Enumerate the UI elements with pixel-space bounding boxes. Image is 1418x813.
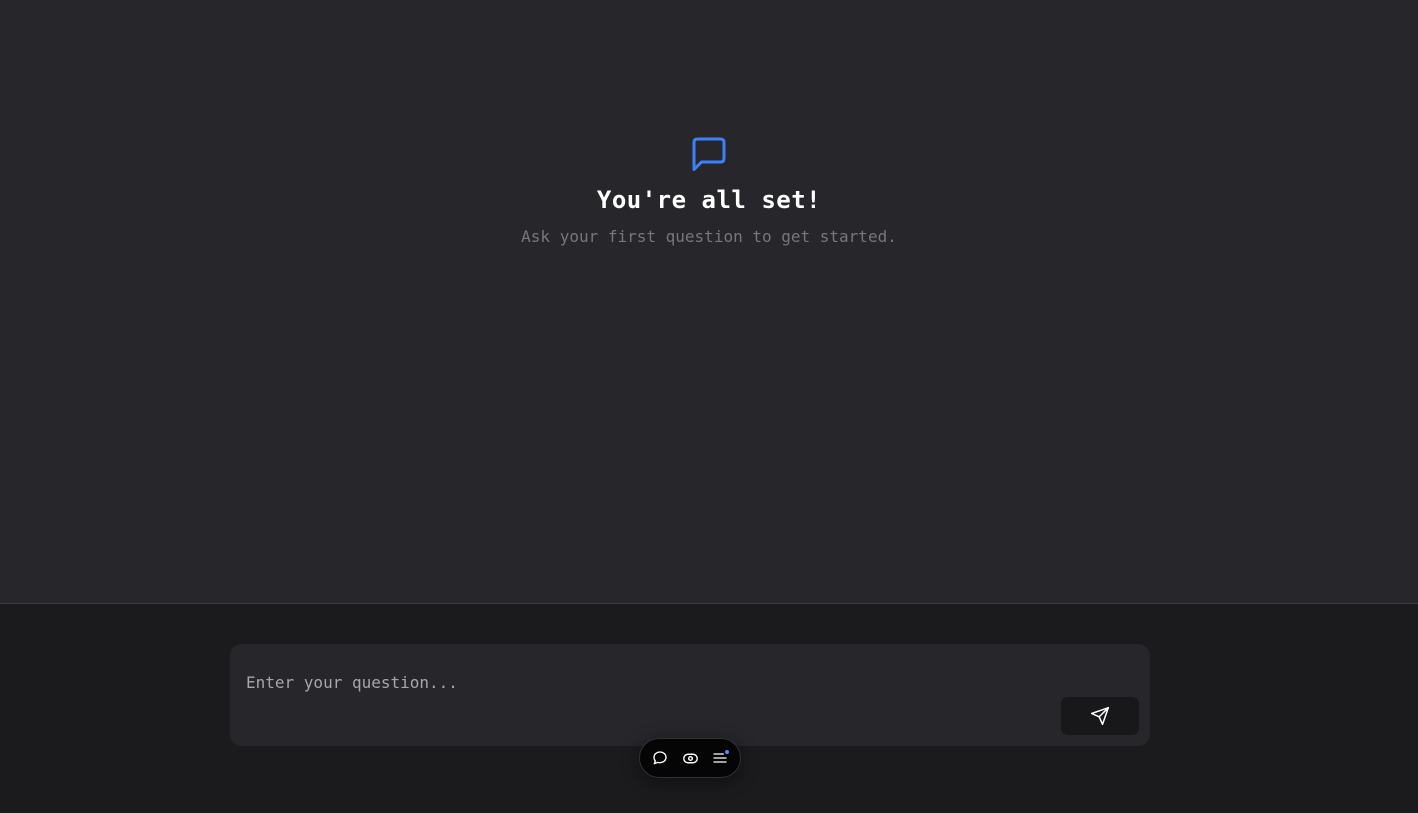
empty-state-subtitle: Ask your first question to get started. [521,227,897,246]
question-input[interactable] [246,668,1026,696]
chat-bubble-icon [652,750,668,766]
view-toolbar-button[interactable] [680,748,700,768]
send-icon [1090,706,1110,726]
floating-toolbar [639,738,741,778]
chat-area: You're all set! Ask your first question … [0,0,1418,604]
menu-toolbar-button[interactable] [710,748,730,768]
empty-state-title: You're all set! [596,186,822,214]
question-composer [230,644,1150,746]
app-window: You're all set! Ask your first question … [0,0,1418,813]
chat-toolbar-button[interactable] [650,748,670,768]
message-square-icon [689,134,729,174]
notification-dot [725,750,729,754]
eye-icon [682,750,699,767]
send-button[interactable] [1061,697,1139,735]
empty-state: You're all set! Ask your first question … [0,134,1418,248]
composer-area [0,604,1418,813]
